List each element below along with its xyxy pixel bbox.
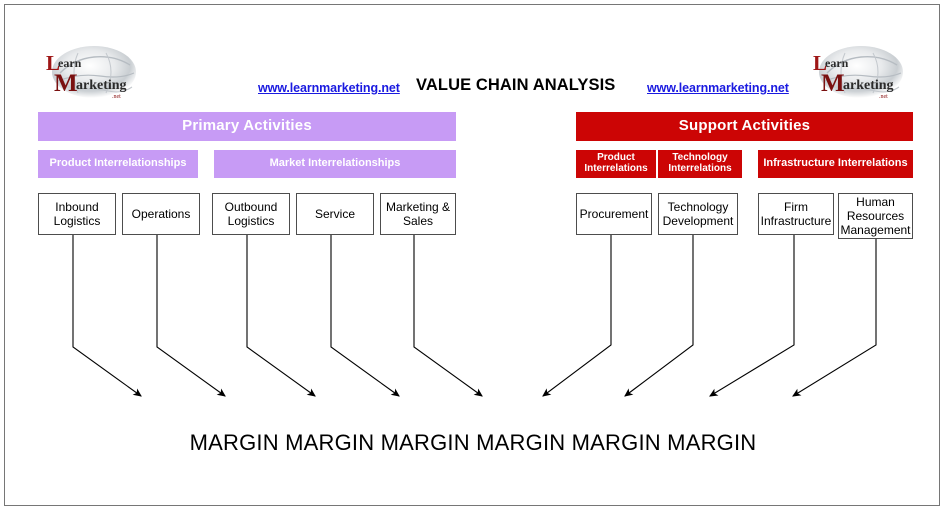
activity-box-operations[interactable]: Operations <box>122 193 200 235</box>
svg-text:earn: earn <box>58 56 82 70</box>
primary-activities-banner: Primary Activities <box>38 112 456 141</box>
svg-text:earn: earn <box>825 56 849 70</box>
activity-box-marketing-and-sales[interactable]: Marketing & Sales <box>380 193 456 235</box>
arrow-inbound-logistics <box>72 235 142 397</box>
svg-text:.net: .net <box>112 94 121 100</box>
activity-box-firm-infrastructure[interactable]: Firm Infrastructure <box>758 193 834 235</box>
arrow-outbound-logistics <box>246 235 316 397</box>
arrow-technology-development <box>624 235 694 397</box>
learnmarketing-url-left[interactable]: www.learnmarketing.net <box>258 81 400 95</box>
activity-box-human-resources-management[interactable]: Human Resources Management <box>838 193 913 239</box>
value-chain-diagram: L earn M arketing .net L earn M arketing… <box>0 0 946 512</box>
page-title: VALUE CHAIN ANALYSIS <box>416 76 616 94</box>
svg-text:arketing: arketing <box>76 78 127 93</box>
activity-box-procurement[interactable]: Procurement <box>576 193 652 235</box>
learnmarketing-logo-left: L earn M arketing .net <box>38 43 140 105</box>
learnmarketing-url-right[interactable]: www.learnmarketing.net <box>647 81 789 95</box>
arrow-service <box>330 235 400 397</box>
learnmarketing-logo-right: L earn M arketing .net <box>805 43 907 105</box>
arrow-firm-infrastructure <box>709 235 795 397</box>
svg-text:M: M <box>821 70 845 97</box>
activity-box-outbound-logistics[interactable]: Outbound Logistics <box>212 193 290 235</box>
activity-box-inbound-logistics[interactable]: Inbound Logistics <box>38 193 116 235</box>
arrow-operations <box>156 235 226 397</box>
primary-market-interrelationships-bar: Market Interrelationships <box>214 150 456 178</box>
primary-product-interrelationships-bar: Product Interrelationships <box>38 150 198 178</box>
support-technology-interrelations-bar: Technology Interrelations <box>658 150 742 178</box>
support-activities-banner: Support Activities <box>576 112 913 141</box>
support-infrastructure-interrelations-bar: Infrastructure Interrelations <box>758 150 913 178</box>
svg-text:M: M <box>54 70 78 97</box>
arrow-marketing-and-sales <box>413 235 483 397</box>
diagram-frame: L earn M arketing .net L earn M arketing… <box>4 4 940 506</box>
margin-label: MARGIN MARGIN MARGIN MARGIN MARGIN MARGI… <box>189 430 757 455</box>
activity-box-service[interactable]: Service <box>296 193 374 235</box>
svg-text:.net: .net <box>879 94 888 100</box>
arrow-procurement <box>542 235 612 397</box>
arrow-human-resources <box>792 239 877 397</box>
support-product-interrelations-bar: Product Interrelations <box>576 150 656 178</box>
activity-box-technology-development[interactable]: Technology Development <box>658 193 738 235</box>
svg-text:arketing: arketing <box>843 78 894 93</box>
